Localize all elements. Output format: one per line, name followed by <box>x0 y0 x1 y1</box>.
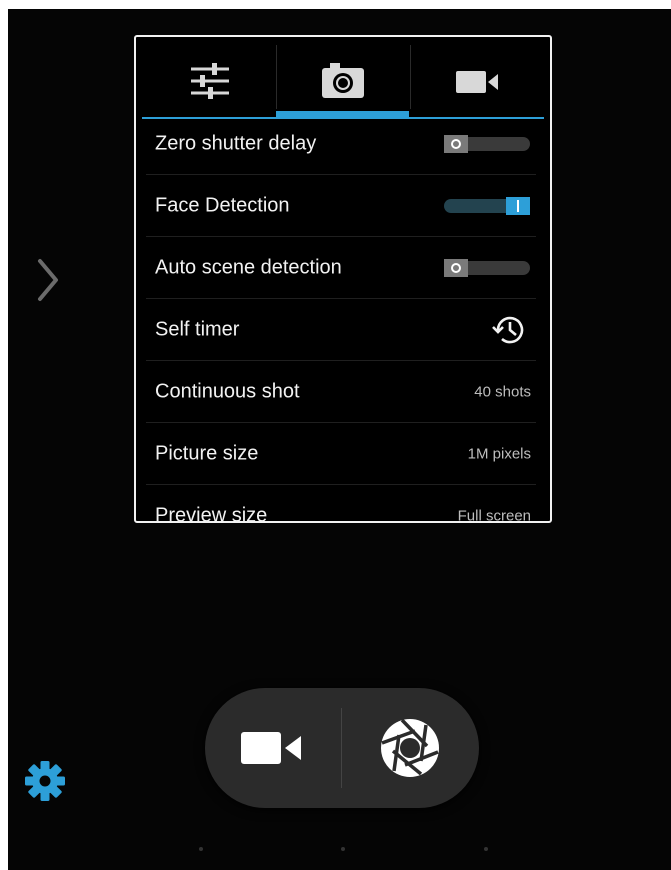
setting-value: Full screen <box>457 507 531 521</box>
video-camera-icon <box>456 71 498 93</box>
active-tab-indicator <box>276 111 409 119</box>
shutter-aperture-icon <box>381 718 439 777</box>
camera-settings-panel: Zero shutter delay Face Detection Auto s… <box>134 35 552 523</box>
settings-list: Zero shutter delay Face Detection Auto s… <box>136 121 550 521</box>
tab-video-settings[interactable] <box>410 45 544 117</box>
setting-label: Zero shutter delay <box>155 132 317 154</box>
setting-label: Self timer <box>155 318 240 340</box>
camera-icon <box>322 63 364 98</box>
settings-tab-bar <box>136 37 550 123</box>
shutter-button[interactable] <box>342 688 479 808</box>
gear-icon[interactable] <box>22 758 68 804</box>
face-detection-toggle[interactable] <box>444 196 530 215</box>
setting-row-continuous-shot[interactable]: Continuous shot 40 shots <box>146 361 536 423</box>
record-video-button[interactable] <box>205 688 341 808</box>
chevron-right-icon[interactable] <box>30 255 66 305</box>
setting-row-self-timer[interactable]: Self timer <box>146 299 536 361</box>
video-camera-icon <box>241 732 301 764</box>
sliders-icon <box>191 63 229 99</box>
setting-value: 40 shots <box>474 383 531 400</box>
setting-label: Preview size <box>155 504 268 521</box>
setting-label: Continuous shot <box>155 380 300 402</box>
capture-controls <box>205 688 479 808</box>
setting-label: Face Detection <box>155 194 290 216</box>
tab-camera-settings[interactable] <box>276 45 410 117</box>
setting-row-face-detection[interactable]: Face Detection <box>146 175 536 237</box>
setting-value: 1M pixels <box>467 445 531 462</box>
tab-general-settings[interactable] <box>142 45 276 117</box>
setting-label: Auto scene detection <box>155 256 342 278</box>
camera-screen: Zero shutter delay Face Detection Auto s… <box>8 9 671 870</box>
setting-row-preview-size[interactable]: Preview size Full screen <box>146 485 536 521</box>
page-indicator-dot <box>484 847 488 851</box>
page-indicator-dot <box>199 847 203 851</box>
setting-row-auto-scene-detection[interactable]: Auto scene detection <box>146 237 536 299</box>
zero-shutter-delay-toggle[interactable] <box>444 134 530 153</box>
page-indicator-dot <box>341 847 345 851</box>
auto-scene-detection-toggle[interactable] <box>444 258 530 277</box>
setting-row-picture-size[interactable]: Picture size 1M pixels <box>146 423 536 485</box>
setting-row-zero-shutter-delay[interactable]: Zero shutter delay <box>146 121 536 175</box>
setting-label: Picture size <box>155 442 259 464</box>
timer-icon[interactable] <box>490 310 530 350</box>
